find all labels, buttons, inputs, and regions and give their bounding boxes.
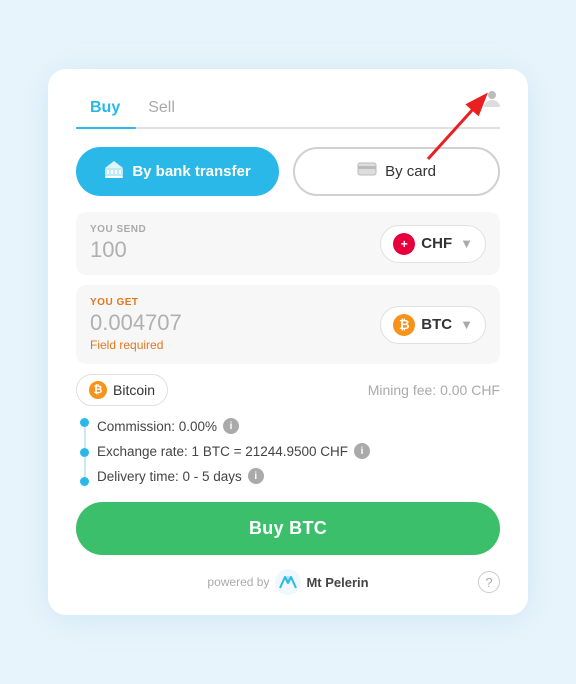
btc-small-icon: ₿	[89, 381, 107, 399]
get-value[interactable]: 0.004707	[90, 310, 182, 336]
main-card: Buy Sell By bank transfer	[48, 69, 528, 615]
bank-transfer-button[interactable]: By bank transfer	[76, 147, 279, 196]
bank-icon	[104, 160, 124, 183]
buy-btc-button[interactable]: Buy BTC	[76, 502, 500, 555]
get-input-left: YOU GET 0.004707 Field required	[90, 297, 182, 352]
send-value[interactable]: 100	[90, 237, 146, 263]
get-currency-label: BTC	[421, 316, 452, 333]
send-currency-label: CHF	[421, 235, 452, 252]
detail-dot-1	[80, 418, 89, 427]
commission-row: Commission: 0.00% i	[97, 416, 500, 436]
footer: powered by Mt Pelerin ?	[76, 569, 500, 595]
exchange-rate-row: Exchange rate: 1 BTC = 21244.9500 CHF i	[97, 441, 500, 461]
mt-pelerin-brand[interactable]: Mt Pelerin	[275, 569, 368, 595]
get-error: Field required	[90, 338, 182, 352]
exchange-rate-text: Exchange rate: 1 BTC = 21244.9500 CHF	[97, 444, 348, 459]
commission-text: Commission: 0.00%	[97, 419, 217, 434]
delivery-time-text: Delivery time: 0 - 5 days	[97, 469, 242, 484]
dot-connector-1	[84, 427, 86, 448]
powered-by-text: powered by	[207, 575, 269, 589]
get-label: YOU GET	[90, 297, 182, 308]
payment-buttons-row: By bank transfer By card	[76, 147, 500, 196]
tab-active-indicator	[76, 127, 136, 129]
help-icon[interactable]: ?	[478, 571, 500, 593]
dot-connector-2	[84, 457, 86, 478]
get-currency-chevron: ▼	[460, 317, 473, 332]
send-currency-selector[interactable]: + CHF ▼	[380, 225, 486, 263]
mining-fee-label: Mining fee: 0.00 CHF	[368, 382, 500, 398]
send-label: YOU SEND	[90, 224, 146, 235]
tabs-container: Buy Sell	[76, 93, 500, 129]
bank-transfer-label: By bank transfer	[132, 163, 250, 180]
exchange-rate-info-icon[interactable]: i	[354, 443, 370, 459]
detail-rows-content: Commission: 0.00% i Exchange rate: 1 BTC…	[97, 416, 500, 486]
tab-buy[interactable]: Buy	[76, 93, 134, 127]
detail-dot-2	[80, 448, 89, 457]
get-section: YOU GET 0.004707 Field required ₿ BTC ▼	[76, 285, 500, 364]
bitcoin-info-row: ₿ Bitcoin Mining fee: 0.00 CHF	[76, 374, 500, 406]
detail-dot-3	[80, 477, 89, 486]
card-icon	[357, 162, 377, 181]
send-section: YOU SEND 100 + CHF ▼	[76, 212, 500, 275]
btc-flag-icon: ₿	[393, 314, 415, 336]
get-currency-selector[interactable]: ₿ BTC ▼	[380, 306, 486, 344]
tab-sell[interactable]: Sell	[134, 93, 189, 127]
delivery-time-row: Delivery time: 0 - 5 days i	[97, 466, 500, 486]
bitcoin-label: Bitcoin	[113, 382, 155, 398]
pelerin-logo-icon	[275, 569, 301, 595]
dots-column	[80, 416, 89, 486]
card-label: By card	[385, 163, 436, 180]
bitcoin-badge[interactable]: ₿ Bitcoin	[76, 374, 168, 406]
commission-info-icon[interactable]: i	[223, 418, 239, 434]
send-input-left: YOU SEND 100	[90, 224, 146, 263]
chf-flag-icon: +	[393, 233, 415, 255]
card-button[interactable]: By card	[293, 147, 500, 196]
mt-pelerin-text: Mt Pelerin	[306, 575, 368, 590]
delivery-info-icon[interactable]: i	[248, 468, 264, 484]
detail-rows: Commission: 0.00% i Exchange rate: 1 BTC…	[76, 416, 500, 486]
send-currency-chevron: ▼	[460, 236, 473, 251]
